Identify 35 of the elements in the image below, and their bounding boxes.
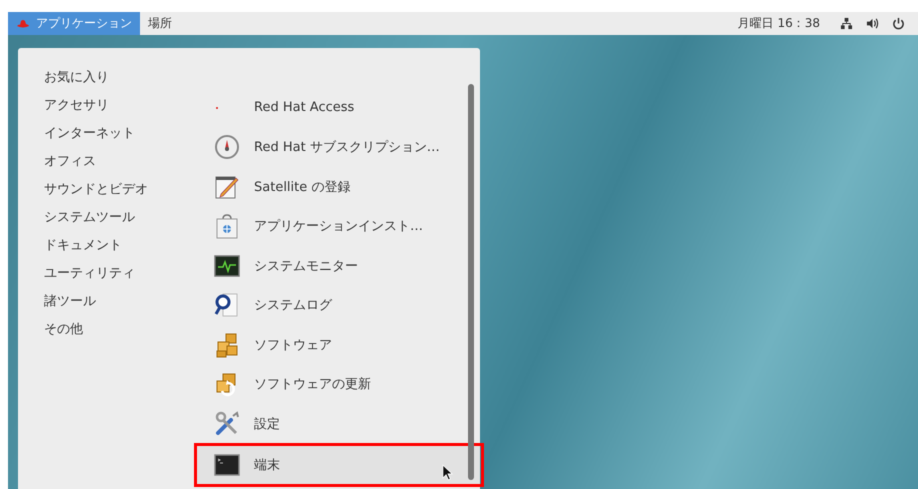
app-item[interactable]: システムログ xyxy=(196,286,480,325)
app-item[interactable]: アプリケーションインスト… xyxy=(196,206,480,246)
app-item[interactable]: Red Hat Access xyxy=(196,88,480,128)
boxes-icon xyxy=(214,332,240,358)
app-item[interactable]: 設定 xyxy=(196,404,480,444)
app-item[interactable]: Satellite の登録 xyxy=(196,167,480,206)
app-item[interactable]: ソフトウェア xyxy=(196,325,480,364)
terminal-icon xyxy=(214,452,240,478)
category-item[interactable]: オフィス xyxy=(44,148,196,176)
monitor-icon xyxy=(214,252,240,279)
app-item[interactable]: ソフトウェアの更新 xyxy=(196,364,480,404)
hat-icon xyxy=(16,18,30,28)
app-item[interactable]: システムモニター xyxy=(196,246,480,286)
category-item[interactable]: その他 xyxy=(44,316,196,344)
category-item[interactable]: システムツール xyxy=(44,204,196,232)
bag-icon xyxy=(214,213,240,240)
magnifier-icon xyxy=(214,292,240,318)
category-item[interactable]: インターネット xyxy=(44,120,196,148)
category-item[interactable]: ドキュメント xyxy=(44,232,196,260)
notepad-icon xyxy=(214,174,240,200)
mouse-pointer-icon xyxy=(442,464,453,480)
clock[interactable]: 月曜日 16：38 xyxy=(738,15,820,32)
gauge-icon xyxy=(214,134,240,160)
category-item[interactable]: サウンドとビデオ xyxy=(44,176,196,204)
category-item[interactable]: 諸ツール xyxy=(44,288,196,316)
scrollbar[interactable] xyxy=(468,84,474,480)
app-item[interactable]: Red Hat サブスクリプション… xyxy=(196,128,480,167)
category-item[interactable]: ユーティリティ xyxy=(44,260,196,288)
volume-icon[interactable] xyxy=(866,17,879,30)
panel-menu[interactable]: 場所 xyxy=(140,12,180,35)
tools-icon xyxy=(214,410,240,437)
category-item[interactable]: お気に入り xyxy=(44,64,196,92)
network-icon[interactable] xyxy=(840,17,853,30)
category-item[interactable]: アクセサリ xyxy=(44,92,196,120)
power-icon[interactable] xyxy=(892,17,905,30)
